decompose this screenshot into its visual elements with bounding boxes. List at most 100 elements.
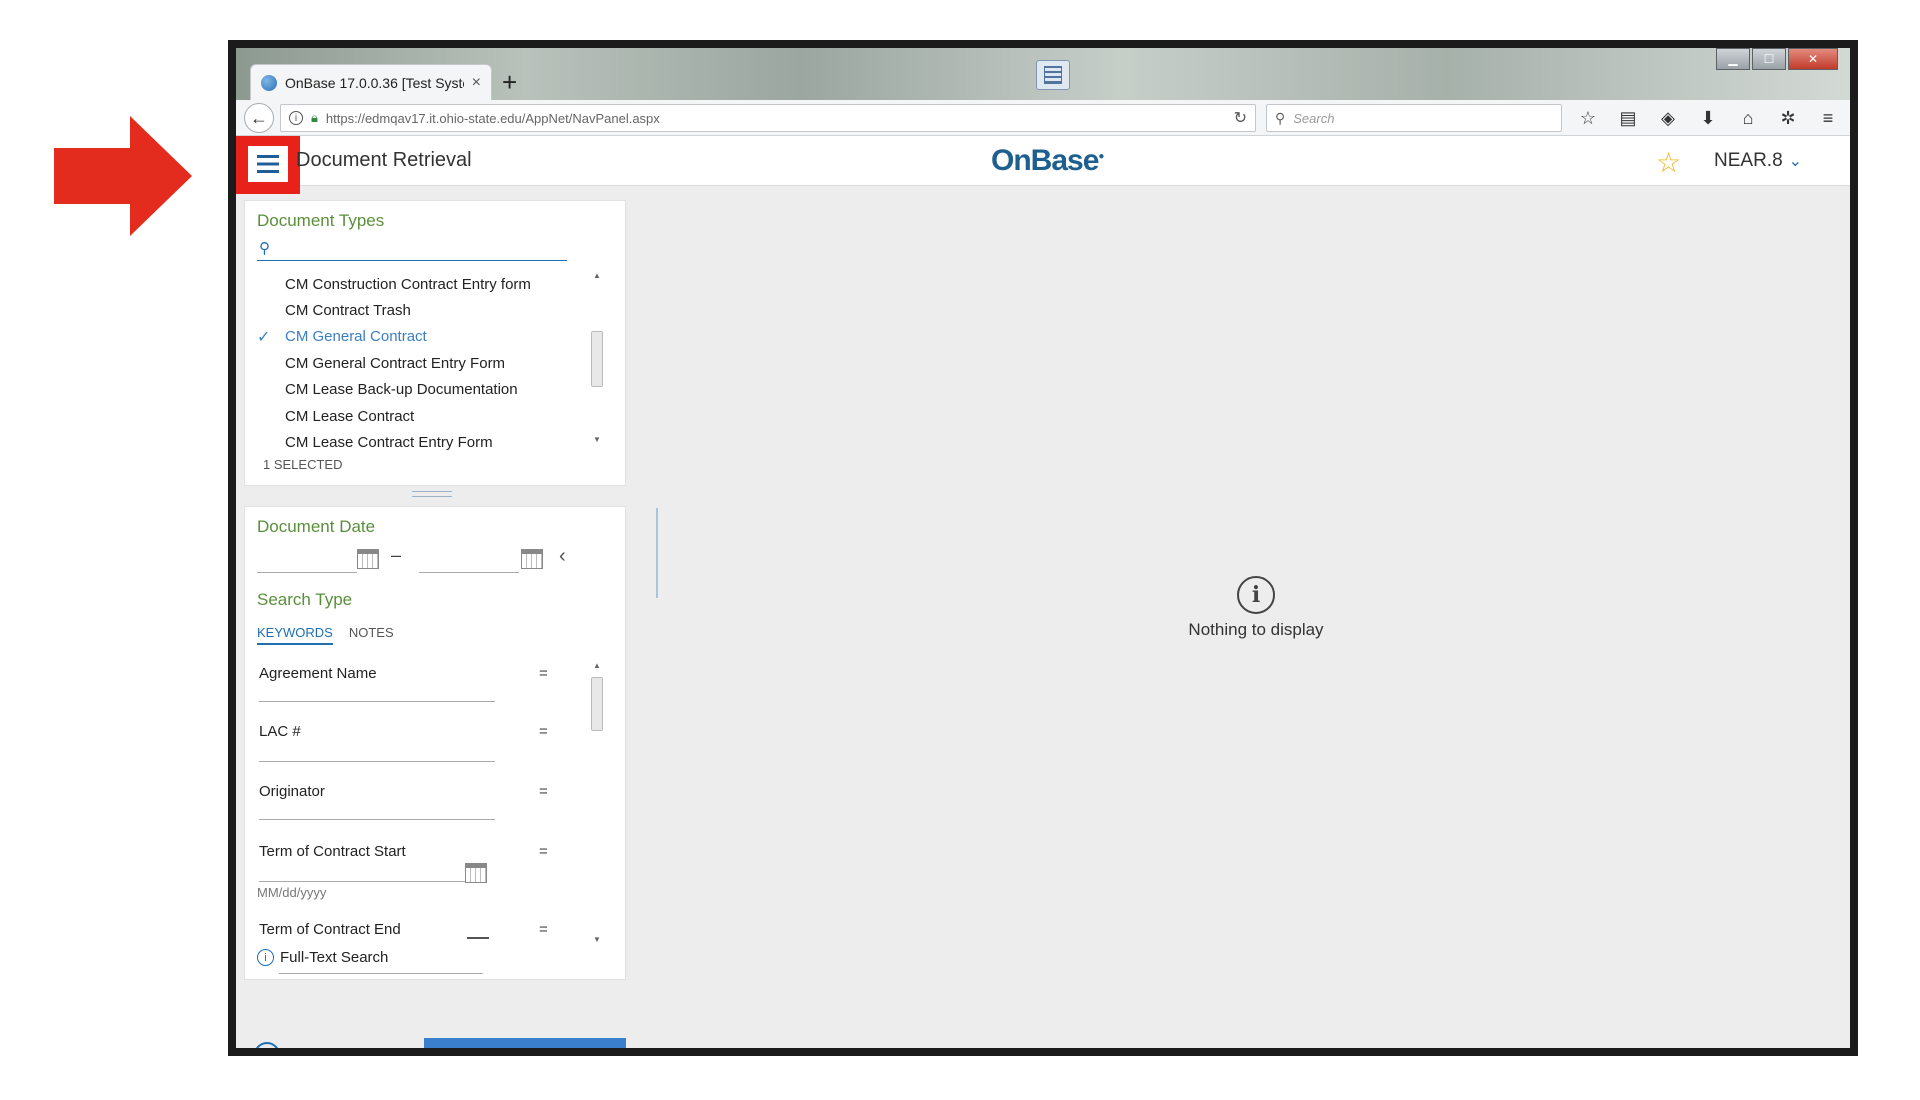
reload-icon[interactable]: ↻ [1234, 108, 1247, 128]
keyword-operator[interactable]: = [539, 665, 548, 682]
search-icon: ⚲ [259, 240, 270, 257]
user-name: NEAR.8 [1714, 150, 1783, 171]
download-icon[interactable]: ⬇ [1696, 106, 1720, 130]
browser-window: OnBase 17.0.0.36 [Test Syster × + ▁ ☐ ✕ … [236, 48, 1850, 1048]
keyword-lac: LAC # [259, 723, 499, 762]
keyword-label: LAC # [259, 723, 301, 740]
info-circle-icon: i [1237, 576, 1275, 614]
panel-resize-grip[interactable] [412, 491, 452, 497]
scroll-up-arrow-icon[interactable]: ▲ [590, 659, 604, 671]
clear-keys-icon[interactable]: ⚿ [304, 1042, 334, 1048]
term-end-input[interactable] [467, 937, 489, 939]
clipboard-icon[interactable]: ▤ [1616, 106, 1640, 130]
keyword-term-start: Term of Contract Start MM/dd/yyyy [257, 843, 499, 903]
minimize-button[interactable]: ▁ [1716, 48, 1750, 70]
document-date-title: Document Date [257, 517, 376, 536]
tab-keywords[interactable]: KEYWORDS [257, 625, 333, 645]
keyword-term-end: Term of Contract End [259, 921, 499, 939]
tab-close-icon[interactable]: × [472, 74, 481, 92]
pocket-icon[interactable]: ◈ [1656, 106, 1680, 130]
home-icon[interactable]: ⌂ [1736, 106, 1760, 130]
browser-navbar: ← i 🔒︎ https://edmqav17.it.ohio-state.ed… [236, 100, 1850, 136]
retrieval-actions: ⚿ ↶ Search [244, 1038, 626, 1048]
info-icon[interactable]: i [257, 949, 274, 966]
hamburger-menu-icon[interactable]: ≡ [1816, 106, 1840, 130]
browser-search-box[interactable]: ⚲ Search [1266, 104, 1562, 132]
calendar-icon[interactable] [465, 863, 487, 883]
originator-input[interactable] [259, 819, 495, 820]
bookmark-star-icon[interactable]: ☆ [1576, 106, 1600, 130]
document-type-item[interactable]: ✓ CM General Contract [257, 324, 577, 350]
hamburger-icon [257, 155, 279, 173]
keyword-operator[interactable]: = [539, 921, 548, 938]
full-text-search-label: Full-Text Search [280, 949, 389, 966]
date-format-hint: MM/dd/yyyy [257, 885, 327, 900]
scroll-up-arrow-icon[interactable]: ▲ [590, 269, 604, 281]
browser-tab[interactable]: OnBase 17.0.0.36 [Test Syster × [250, 64, 492, 100]
agreement-name-input[interactable] [259, 701, 495, 702]
document-type-label: CM Lease Contract Entry Form [285, 434, 493, 452]
user-menu[interactable]: NEAR.8 ⌄ [1714, 150, 1802, 172]
tab-title: OnBase 17.0.0.36 [Test Syster [285, 74, 464, 91]
date-range-dash: – [391, 545, 402, 565]
keyword-label: Term of Contract End [259, 921, 401, 938]
keyword-operator[interactable]: = [539, 723, 548, 740]
maximize-button[interactable]: ☐ [1752, 48, 1786, 70]
document-type-item[interactable]: CM Lease Contract Entry Form [257, 429, 577, 455]
lock-icon: 🔒︎ [311, 110, 318, 125]
calendar-icon[interactable] [357, 549, 379, 569]
document-type-item[interactable]: CM Contract Trash [257, 297, 577, 323]
globe-icon [261, 74, 277, 91]
lac-input[interactable] [259, 761, 495, 762]
stage: OnBase 17.0.0.36 [Test Syster × + ▁ ☐ ✕ … [0, 0, 1920, 1100]
new-tab-button[interactable]: + [502, 68, 517, 96]
window-controls: ▁ ☐ ✕ [1716, 48, 1838, 70]
calendar-icon[interactable] [521, 549, 543, 569]
document-types-title: Document Types [257, 211, 385, 230]
address-bar[interactable]: i 🔒︎ https://edmqav17.it.ohio-state.edu/… [280, 104, 1256, 132]
close-window-button[interactable]: ✕ [1788, 48, 1838, 70]
keyword-operator[interactable]: = [539, 783, 548, 800]
full-text-search-input[interactable] [279, 973, 483, 974]
document-types-search-input[interactable]: ⚲ [257, 237, 567, 261]
info-icon[interactable]: i [289, 111, 303, 125]
date-from-input[interactable] [257, 545, 357, 573]
keyword-label: Agreement Name [259, 665, 377, 682]
document-types-card: Document Types ⚲ CM Construction Contrac… [244, 200, 626, 486]
search-icon: ⚲ [1275, 109, 1286, 126]
term-start-input[interactable] [259, 881, 465, 882]
collapse-chevron-icon[interactable]: ‹ [559, 545, 566, 568]
undo-icon[interactable]: ↶ [352, 1042, 382, 1049]
page-title: Document Retrieval [296, 149, 472, 171]
history-clock-icon[interactable] [254, 1042, 280, 1048]
search-button[interactable]: Search [424, 1038, 626, 1048]
document-types-scrollbar[interactable]: ▲ ▼ [590, 269, 604, 445]
search-criteria-card: Document Date – ‹ Search Type KEYWORDS N… [244, 506, 626, 980]
onbase-logo: OnBase● [991, 144, 1104, 177]
date-to-input[interactable] [419, 545, 519, 573]
scroll-thumb[interactable] [591, 677, 603, 731]
screenshot-frame: OnBase 17.0.0.36 [Test Syster × + ▁ ☐ ✕ … [228, 40, 1858, 1056]
scroll-down-arrow-icon[interactable]: ▼ [590, 433, 604, 445]
keyword-operator[interactable]: = [539, 843, 548, 860]
scroll-thumb[interactable] [591, 331, 603, 387]
document-type-label: CM General Contract [285, 328, 427, 346]
tab-notes[interactable]: NOTES [349, 625, 394, 645]
favorite-star-icon[interactable]: ☆ [1656, 146, 1681, 179]
document-types-list: CM Construction Contract Entry form CM Co… [257, 271, 577, 456]
full-text-search: i Full-Text Search [257, 949, 388, 966]
panel-splitter[interactable] [656, 508, 658, 598]
document-type-label: CM Contract Trash [285, 302, 411, 320]
extension-icon[interactable]: ✲ [1776, 106, 1800, 130]
document-type-item[interactable]: CM Lease Back-up Documentation [257, 377, 577, 403]
back-button[interactable]: ← [244, 103, 274, 133]
keywords-scrollbar[interactable]: ▲ ▼ [590, 659, 604, 945]
document-type-item[interactable]: CM Construction Contract Entry form [257, 271, 577, 297]
red-arrow-annotation [54, 116, 192, 236]
document-type-item[interactable]: CM General Contract Entry Form [257, 350, 577, 376]
main-menu-button[interactable] [248, 146, 288, 182]
scroll-down-arrow-icon[interactable]: ▼ [590, 933, 604, 945]
document-type-item[interactable]: CM Lease Contract [257, 403, 577, 429]
browser-toolbar: ☆ ▤ ◈ ⬇ ⌂ ✲ ≡ [1576, 106, 1840, 130]
empty-message: Nothing to display [1188, 620, 1324, 639]
